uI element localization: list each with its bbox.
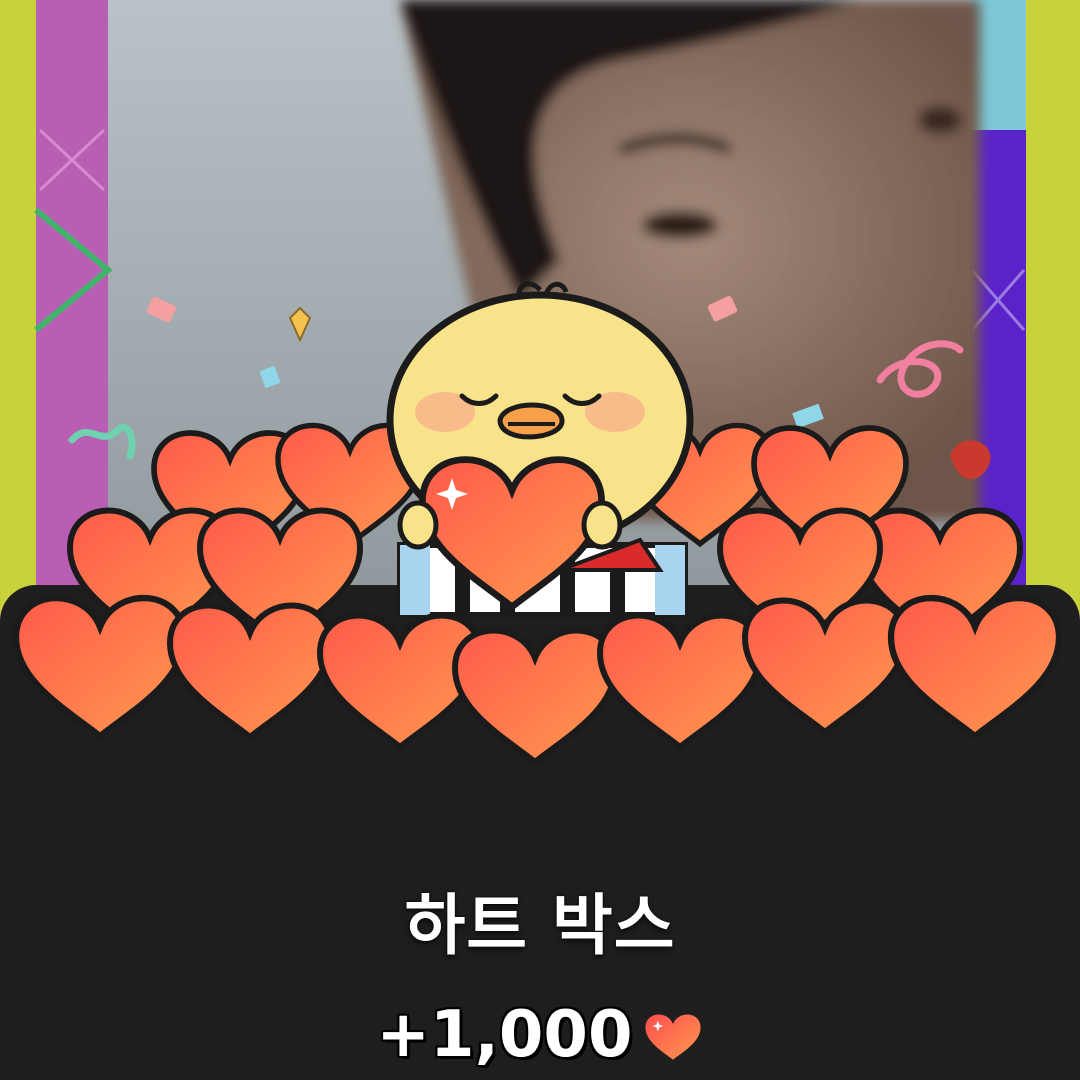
reward-row: +1,000 [0, 998, 1080, 1072]
gift-name: 하트 박스 [404, 887, 676, 964]
front-hearts [16, 598, 1059, 762]
reward-amount: +1,000 [376, 998, 633, 1072]
heart-icon [645, 1014, 701, 1060]
heart-box-illustration [0, 281, 1080, 780]
gift-popup-screen: 하트 박스 +1,000 [0, 0, 1080, 1080]
